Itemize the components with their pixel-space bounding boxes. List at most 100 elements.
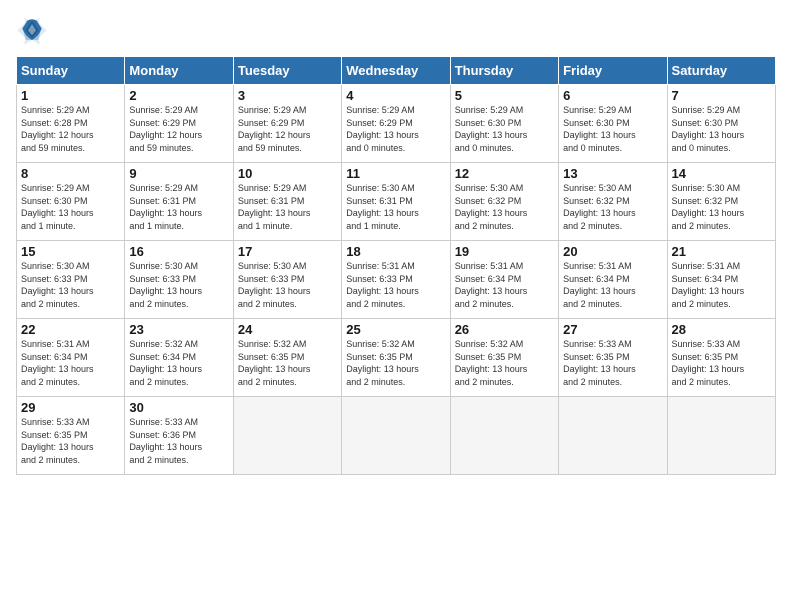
day-number: 2 [129,88,228,103]
header-cell-wednesday: Wednesday [342,57,450,85]
calendar-cell: 12Sunrise: 5:30 AM Sunset: 6:32 PM Dayli… [450,163,558,241]
calendar-cell: 5Sunrise: 5:29 AM Sunset: 6:30 PM Daylig… [450,85,558,163]
calendar-cell: 27Sunrise: 5:33 AM Sunset: 6:35 PM Dayli… [559,319,667,397]
day-number: 3 [238,88,337,103]
day-info: Sunrise: 5:29 AM Sunset: 6:29 PM Dayligh… [238,104,337,154]
day-number: 16 [129,244,228,259]
day-info: Sunrise: 5:33 AM Sunset: 6:35 PM Dayligh… [563,338,662,388]
day-number: 19 [455,244,554,259]
day-number: 27 [563,322,662,337]
day-info: Sunrise: 5:33 AM Sunset: 6:35 PM Dayligh… [672,338,771,388]
calendar-cell: 13Sunrise: 5:30 AM Sunset: 6:32 PM Dayli… [559,163,667,241]
calendar-cell: 26Sunrise: 5:32 AM Sunset: 6:35 PM Dayli… [450,319,558,397]
header-cell-monday: Monday [125,57,233,85]
calendar-cell: 3Sunrise: 5:29 AM Sunset: 6:29 PM Daylig… [233,85,341,163]
calendar-week-1: 1Sunrise: 5:29 AM Sunset: 6:28 PM Daylig… [17,85,776,163]
day-info: Sunrise: 5:29 AM Sunset: 6:30 PM Dayligh… [455,104,554,154]
day-number: 5 [455,88,554,103]
day-number: 11 [346,166,445,181]
day-info: Sunrise: 5:31 AM Sunset: 6:34 PM Dayligh… [672,260,771,310]
day-info: Sunrise: 5:31 AM Sunset: 6:33 PM Dayligh… [346,260,445,310]
day-number: 15 [21,244,120,259]
day-info: Sunrise: 5:29 AM Sunset: 6:30 PM Dayligh… [672,104,771,154]
calendar-cell: 2Sunrise: 5:29 AM Sunset: 6:29 PM Daylig… [125,85,233,163]
day-number: 24 [238,322,337,337]
calendar-week-4: 22Sunrise: 5:31 AM Sunset: 6:34 PM Dayli… [17,319,776,397]
day-number: 10 [238,166,337,181]
calendar-cell: 30Sunrise: 5:33 AM Sunset: 6:36 PM Dayli… [125,397,233,475]
day-number: 9 [129,166,228,181]
day-info: Sunrise: 5:29 AM Sunset: 6:29 PM Dayligh… [346,104,445,154]
day-number: 30 [129,400,228,415]
calendar-cell: 16Sunrise: 5:30 AM Sunset: 6:33 PM Dayli… [125,241,233,319]
calendar-week-5: 29Sunrise: 5:33 AM Sunset: 6:35 PM Dayli… [17,397,776,475]
day-info: Sunrise: 5:29 AM Sunset: 6:31 PM Dayligh… [129,182,228,232]
header-cell-saturday: Saturday [667,57,775,85]
day-number: 18 [346,244,445,259]
header-cell-thursday: Thursday [450,57,558,85]
calendar-header-row: SundayMondayTuesdayWednesdayThursdayFrid… [17,57,776,85]
calendar-cell: 6Sunrise: 5:29 AM Sunset: 6:30 PM Daylig… [559,85,667,163]
day-number: 7 [672,88,771,103]
day-info: Sunrise: 5:29 AM Sunset: 6:30 PM Dayligh… [563,104,662,154]
day-info: Sunrise: 5:31 AM Sunset: 6:34 PM Dayligh… [21,338,120,388]
calendar-cell: 23Sunrise: 5:32 AM Sunset: 6:34 PM Dayli… [125,319,233,397]
day-number: 17 [238,244,337,259]
day-number: 20 [563,244,662,259]
day-info: Sunrise: 5:33 AM Sunset: 6:36 PM Dayligh… [129,416,228,466]
day-number: 4 [346,88,445,103]
calendar-cell: 18Sunrise: 5:31 AM Sunset: 6:33 PM Dayli… [342,241,450,319]
logo [16,16,52,48]
calendar-cell: 10Sunrise: 5:29 AM Sunset: 6:31 PM Dayli… [233,163,341,241]
calendar-cell: 21Sunrise: 5:31 AM Sunset: 6:34 PM Dayli… [667,241,775,319]
calendar-week-3: 15Sunrise: 5:30 AM Sunset: 6:33 PM Dayli… [17,241,776,319]
calendar-cell: 9Sunrise: 5:29 AM Sunset: 6:31 PM Daylig… [125,163,233,241]
calendar-cell: 22Sunrise: 5:31 AM Sunset: 6:34 PM Dayli… [17,319,125,397]
header [16,16,776,48]
day-info: Sunrise: 5:33 AM Sunset: 6:35 PM Dayligh… [21,416,120,466]
calendar-cell: 25Sunrise: 5:32 AM Sunset: 6:35 PM Dayli… [342,319,450,397]
day-info: Sunrise: 5:32 AM Sunset: 6:35 PM Dayligh… [346,338,445,388]
calendar-cell: 8Sunrise: 5:29 AM Sunset: 6:30 PM Daylig… [17,163,125,241]
logo-icon [16,16,48,48]
day-info: Sunrise: 5:32 AM Sunset: 6:35 PM Dayligh… [455,338,554,388]
calendar-cell: 4Sunrise: 5:29 AM Sunset: 6:29 PM Daylig… [342,85,450,163]
header-cell-sunday: Sunday [17,57,125,85]
calendar-cell: 17Sunrise: 5:30 AM Sunset: 6:33 PM Dayli… [233,241,341,319]
calendar-cell: 15Sunrise: 5:30 AM Sunset: 6:33 PM Dayli… [17,241,125,319]
day-number: 12 [455,166,554,181]
header-cell-friday: Friday [559,57,667,85]
day-info: Sunrise: 5:32 AM Sunset: 6:35 PM Dayligh… [238,338,337,388]
day-number: 26 [455,322,554,337]
day-number: 22 [21,322,120,337]
calendar-week-2: 8Sunrise: 5:29 AM Sunset: 6:30 PM Daylig… [17,163,776,241]
calendar-cell [667,397,775,475]
page-container: SundayMondayTuesdayWednesdayThursdayFrid… [0,0,792,483]
day-number: 1 [21,88,120,103]
day-number: 8 [21,166,120,181]
day-info: Sunrise: 5:29 AM Sunset: 6:31 PM Dayligh… [238,182,337,232]
calendar-cell [559,397,667,475]
calendar-cell [233,397,341,475]
day-number: 23 [129,322,228,337]
day-info: Sunrise: 5:30 AM Sunset: 6:33 PM Dayligh… [129,260,228,310]
day-number: 13 [563,166,662,181]
day-info: Sunrise: 5:30 AM Sunset: 6:33 PM Dayligh… [21,260,120,310]
calendar-cell: 24Sunrise: 5:32 AM Sunset: 6:35 PM Dayli… [233,319,341,397]
calendar-cell: 1Sunrise: 5:29 AM Sunset: 6:28 PM Daylig… [17,85,125,163]
day-info: Sunrise: 5:29 AM Sunset: 6:29 PM Dayligh… [129,104,228,154]
calendar-cell: 20Sunrise: 5:31 AM Sunset: 6:34 PM Dayli… [559,241,667,319]
calendar-cell: 14Sunrise: 5:30 AM Sunset: 6:32 PM Dayli… [667,163,775,241]
calendar-cell: 29Sunrise: 5:33 AM Sunset: 6:35 PM Dayli… [17,397,125,475]
calendar-cell [450,397,558,475]
day-info: Sunrise: 5:29 AM Sunset: 6:30 PM Dayligh… [21,182,120,232]
day-info: Sunrise: 5:31 AM Sunset: 6:34 PM Dayligh… [563,260,662,310]
day-info: Sunrise: 5:30 AM Sunset: 6:32 PM Dayligh… [672,182,771,232]
calendar-cell [342,397,450,475]
header-cell-tuesday: Tuesday [233,57,341,85]
day-info: Sunrise: 5:30 AM Sunset: 6:31 PM Dayligh… [346,182,445,232]
day-info: Sunrise: 5:30 AM Sunset: 6:32 PM Dayligh… [563,182,662,232]
calendar-table: SundayMondayTuesdayWednesdayThursdayFrid… [16,56,776,475]
day-info: Sunrise: 5:30 AM Sunset: 6:33 PM Dayligh… [238,260,337,310]
calendar-cell: 19Sunrise: 5:31 AM Sunset: 6:34 PM Dayli… [450,241,558,319]
